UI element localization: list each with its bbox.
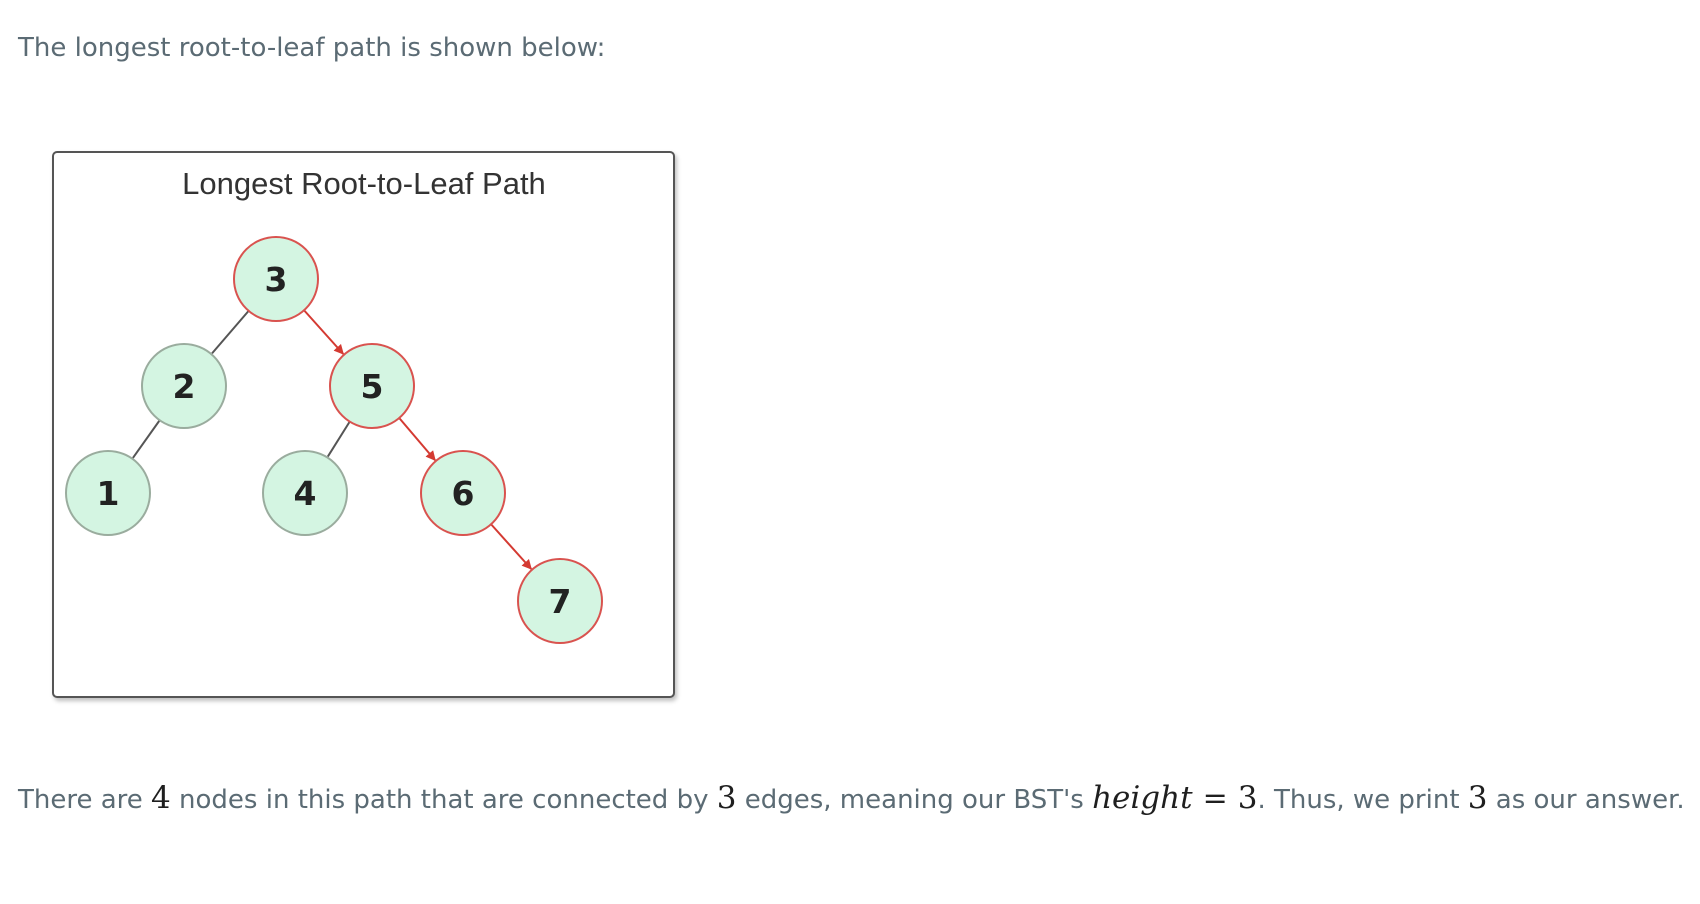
edge-n3-n2: [211, 310, 250, 355]
tree-node-label: 2: [173, 367, 196, 406]
print-value: 3: [1467, 780, 1488, 816]
tree-node-label: 3: [265, 260, 288, 299]
edges-count: 3: [716, 780, 737, 816]
answer-part5: as our answer.: [1487, 785, 1685, 815]
diagram-title: Longest Root-to-Leaf Path: [182, 166, 546, 201]
edge-n6-n7: [490, 523, 533, 570]
tree-node-6: 6: [420, 450, 506, 536]
edge-n3-n5: [303, 309, 345, 355]
height-value: 3: [1237, 780, 1258, 816]
tree-svg: Longest Root-to-Leaf Path 3 2 5 1 4 6 7: [65, 166, 603, 644]
answer-text: There are 4 nodes in this path that are …: [18, 774, 1685, 824]
tree-diagram: Longest Root-to-Leaf Path 3 2 5 1 4 6 7: [52, 151, 675, 698]
tree-node-label: 7: [549, 582, 572, 621]
tree-node-2: 2: [141, 343, 227, 429]
tree-node-label: 1: [97, 474, 120, 513]
answer-part3: edges, meaning our BST's: [736, 785, 1093, 815]
tree-node-label: 6: [452, 474, 475, 513]
answer-part1: There are: [18, 785, 152, 815]
height-variable: height: [1092, 780, 1193, 816]
edge-n5-n4: [326, 421, 351, 458]
tree-node-7: 7: [517, 558, 603, 644]
nodes-count: 4: [151, 780, 171, 816]
tree-node-label: 4: [294, 474, 317, 513]
answer-part2: nodes in this path that are connected by: [170, 785, 717, 815]
tree-node-4: 4: [262, 450, 348, 536]
tree-node-1: 1: [65, 450, 151, 536]
intro-text: The longest root-to-leaf path is shown b…: [18, 33, 606, 63]
tree-node-5: 5: [329, 343, 415, 429]
answer-part4: . Thus, we print: [1257, 785, 1468, 815]
edge-n2-n1: [132, 419, 161, 459]
tree-node-label: 5: [361, 367, 384, 406]
equals-sign: =: [1202, 781, 1228, 816]
edge-n5-n6: [398, 417, 436, 462]
tree-node-3: 3: [233, 236, 319, 322]
